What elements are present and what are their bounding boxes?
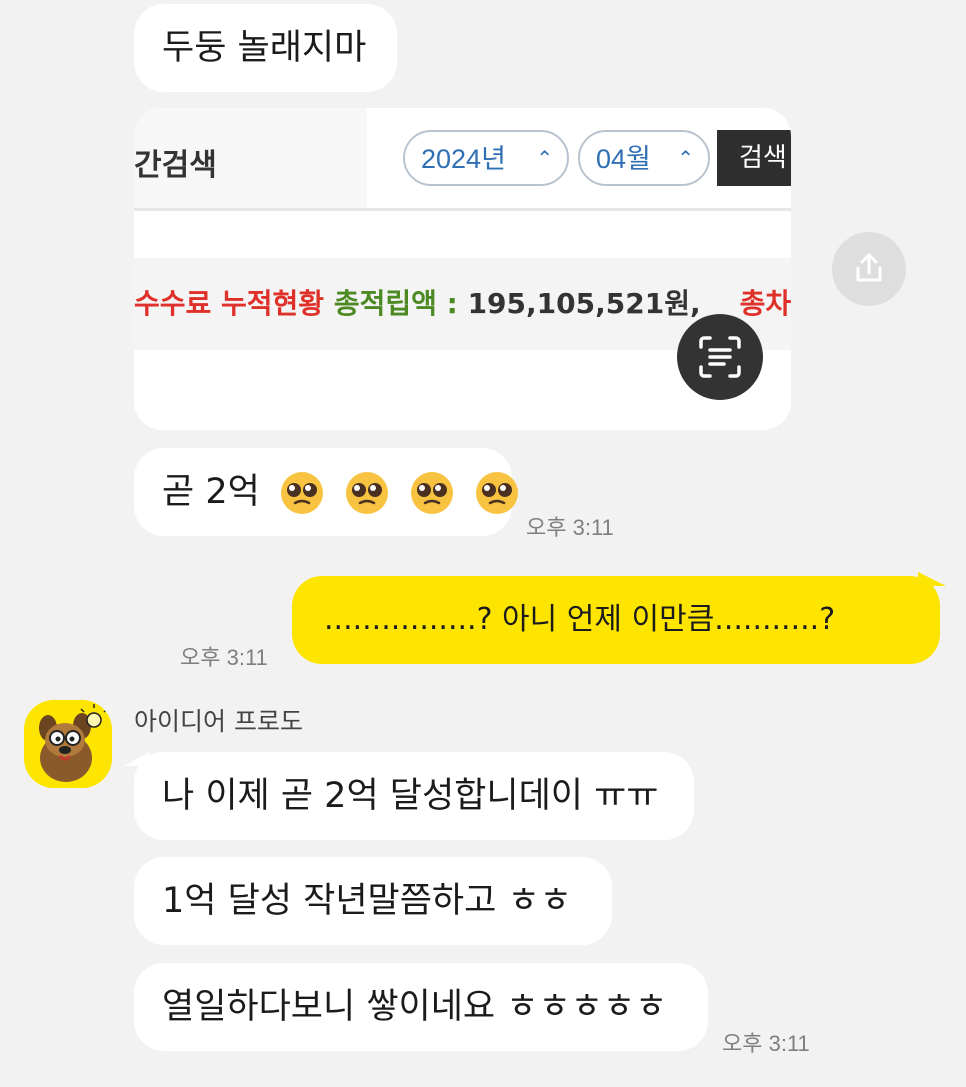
- message-bubble[interactable]: 두둥 놀래지마: [134, 4, 397, 92]
- month-select: 04월 ⌃: [578, 130, 710, 186]
- pleading-face-icon: [280, 472, 323, 514]
- emoji-group: [271, 472, 520, 514]
- message-text: 1억 달성 작년말쯤하고 ㅎㅎ: [162, 881, 572, 921]
- message-text: 나 이제 곧 2억 달성합니데이 ㅠㅠ: [162, 776, 659, 816]
- message-bubble[interactable]: 곧 2억: [134, 448, 519, 536]
- message-bubble[interactable]: 1억 달성 작년말쯤하고 ㅎㅎ: [134, 857, 612, 945]
- divider: [134, 208, 791, 211]
- pleading-face-icon: [476, 472, 519, 514]
- text-scan-icon[interactable]: [677, 314, 763, 400]
- message-text: 두둥 놀래지마: [162, 28, 367, 68]
- chevron-updown-icon: ⌃: [536, 148, 553, 170]
- year-select: 2024년 ⌃: [403, 130, 569, 186]
- message-bubble[interactable]: 나 이제 곧 2억 달성합니데이 ㅠㅠ: [134, 752, 694, 840]
- avatar[interactable]: [24, 700, 112, 788]
- section-title: 간검색: [134, 148, 217, 183]
- message-time: 오후 3:11: [526, 515, 614, 540]
- sender-name: 아이디어 프로도: [134, 707, 303, 736]
- message-text: 열일하다보니 쌓이네요 ㅎㅎㅎㅎㅎ: [162, 987, 668, 1027]
- share-icon[interactable]: [832, 232, 906, 306]
- chevron-updown-icon: ⌃: [677, 148, 694, 170]
- message-time: 오후 3:11: [722, 1031, 810, 1056]
- my-message-bubble[interactable]: ................? 아니 언제 이만큼...........?: [292, 576, 940, 664]
- message-bubble[interactable]: 열일하다보니 쌓이네요 ㅎㅎㅎㅎㅎ: [134, 963, 708, 1051]
- pleading-face-icon: [346, 472, 389, 514]
- message-text: ................? 아니 언제 이만큼...........?: [324, 602, 836, 637]
- message-text: 곧 2억: [162, 472, 260, 512]
- search-button: 검색: [717, 130, 791, 186]
- message-time: 오후 3:11: [180, 645, 268, 670]
- image-header: 간검색 2024년 ⌃ 04월 ⌃ 검색: [134, 108, 791, 208]
- pleading-face-icon: [411, 472, 454, 514]
- character-avatar-icon: [24, 700, 112, 788]
